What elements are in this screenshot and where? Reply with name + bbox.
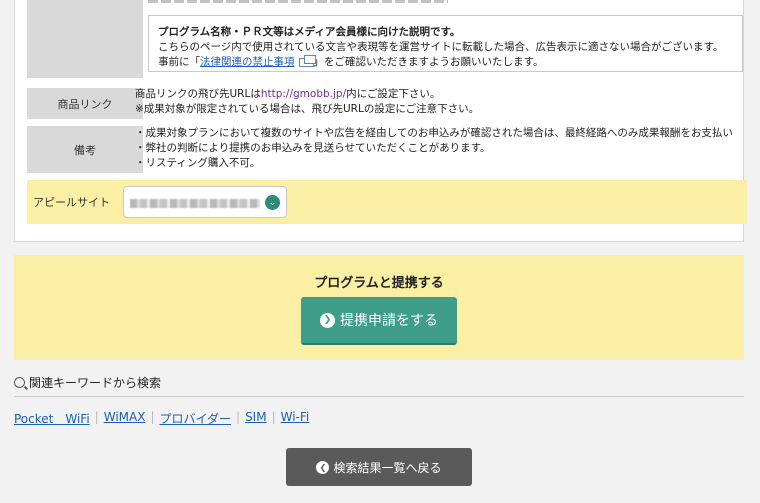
remarks-line: ・弊社の判断により提携のお申込みを見送らせていただくことがあります。 (135, 142, 491, 154)
keyword-links: Pocket WiFi | WiMAX | プロバイダー | SIM | Wi-Fi (14, 410, 310, 427)
apply-button-label: 提携申請をする (340, 313, 438, 329)
cta-title: プログラムと提携する (314, 276, 444, 291)
appeal-site-select[interactable]: ⌄ (123, 186, 287, 218)
remarks-text: ・成果対象プランにおいて複数のサイトや広告を経由してのお申込みが確認された場合は… (135, 126, 745, 171)
product-url[interactable]: http://gmobb.jp/ (261, 88, 346, 100)
chevron-down-icon: ⌄ (265, 195, 280, 210)
partial-top-text (148, 0, 448, 3)
keyword-link[interactable]: プロバイダー (159, 410, 231, 427)
remarks-label: 備考 (27, 126, 143, 173)
remarks-line: ・成果対象プランにおいて複数のサイトや広告を経由してのお申込みが確認された場合は… (135, 127, 733, 139)
row-label-top (27, 0, 143, 78)
product-link-label: 商品リンク (27, 88, 143, 119)
back-to-results-button[interactable]: ❮ 検索結果一覧へ戻る (286, 448, 472, 486)
apply-partnership-button[interactable]: ❯ 提携申請をする (301, 297, 457, 345)
back-button-label: 検索結果一覧へ戻る (333, 460, 442, 475)
blurred-site-name (130, 199, 260, 208)
keyword-search-heading: 関連キーワードから検索 (14, 374, 161, 391)
notice-line-1: プログラム名称・ＰＲ文等はメディア会員様に向けた説明です。 (158, 26, 461, 38)
appeal-site-label: アピールサイト (33, 196, 110, 209)
search-icon (14, 377, 25, 388)
product-link-text: 商品リンクの飛び先URLはhttp://gmobb.jp/内にご設定下さい。 ※… (135, 87, 735, 117)
remarks-line: ・リスティング購入不可。 (135, 157, 261, 169)
keyword-link[interactable]: Pocket WiFi (14, 410, 90, 427)
keyword-link[interactable]: Wi-Fi (281, 410, 310, 427)
partnership-cta-section: プログラムと提携する ❯ 提携申請をする (14, 255, 744, 360)
notice-line-2: こちらのページ内で使用されている文言や表現等を運営サイトに転載した場合、広告表示… (158, 41, 724, 53)
legal-prohibitions-link[interactable]: 法律関連の禁止事項 (200, 56, 295, 68)
appeal-site-row: アピールサイト ⌄ (27, 180, 747, 224)
media-notice-box: プログラム名称・ＰＲ文等はメディア会員様に向けた説明です。 こちらのページ内で使… (148, 15, 743, 72)
external-window-icon (298, 54, 316, 67)
keyword-link[interactable]: WiMAX (104, 410, 146, 427)
product-link-note: ※成果対象が限定されている場合は、飛び先URLの設定にご注意下さい。 (135, 103, 480, 115)
divider (14, 396, 744, 397)
program-detail-panel: プログラム名称・ＰＲ文等はメディア会員様に向けた説明です。 こちらのページ内で使… (14, 0, 747, 242)
chevron-left-icon: ❮ (316, 460, 330, 474)
notice-line-3: 事前に「法律関連の禁止事項 」をご確認いただきますようお願いいたします。 (158, 54, 544, 68)
keyword-link[interactable]: SIM (245, 410, 267, 427)
chevron-right-icon: ❯ (320, 312, 335, 328)
